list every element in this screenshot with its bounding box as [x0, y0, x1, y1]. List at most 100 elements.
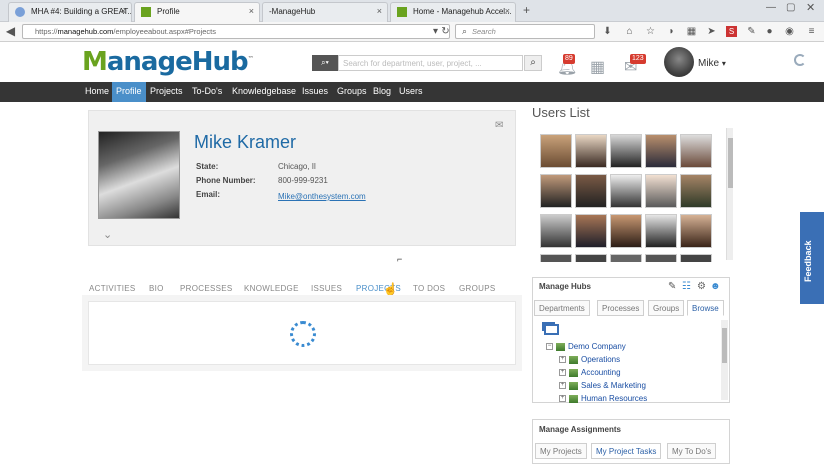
addon-circle-icon[interactable]: ◉ [784, 26, 795, 37]
menu-item-profile[interactable]: Profile [112, 82, 146, 102]
user-thumbnail[interactable] [680, 134, 712, 168]
user-thumbnail[interactable] [645, 254, 677, 262]
tree-node-hr[interactable]: + Human Resources [559, 394, 647, 403]
hierarchy-icon[interactable]: ☷ [682, 281, 691, 292]
tab-processes[interactable]: PROCESSES [180, 284, 233, 293]
edit-icon[interactable]: ✎ [668, 281, 676, 292]
expand-icon[interactable]: + [559, 395, 566, 403]
users-list-scrollbar[interactable] [726, 128, 733, 260]
menu-item-blog[interactable]: Blog [373, 86, 391, 96]
bookmark-icon[interactable]: ▦ [686, 26, 697, 37]
avatar[interactable] [664, 47, 694, 77]
user-thumbnail[interactable] [540, 134, 572, 168]
close-tab-icon[interactable]: × [505, 6, 510, 16]
user-thumbnail[interactable] [540, 254, 572, 262]
browser-search-input[interactable]: Search [455, 24, 595, 39]
user-thumbnail[interactable] [575, 174, 607, 208]
browser-tab-managehub[interactable]: -ManageHub × [262, 2, 388, 22]
maximize-icon[interactable]: ▢ [786, 2, 795, 13]
user-thumbnail[interactable] [540, 174, 572, 208]
tree-node-root[interactable]: − Demo Company [546, 342, 626, 351]
menu-icon[interactable]: ≡ [806, 26, 817, 37]
tree-node-operations[interactable]: + Operations [559, 355, 620, 364]
download-icon[interactable]: ⬇ [602, 26, 613, 37]
close-tab-icon[interactable]: × [249, 6, 254, 16]
menu-item-issues[interactable]: Issues [302, 86, 328, 96]
menu-item-knowledgebase[interactable]: Knowledgebase [232, 86, 296, 96]
menu-item-home[interactable]: Home [85, 86, 109, 96]
email-link[interactable]: Mike@onthesystem.com [278, 192, 366, 201]
pocket-icon[interactable]: ◗ [666, 26, 677, 37]
user-thumbnail[interactable] [645, 214, 677, 248]
browser-tab-home[interactable]: Home - Managehub Accel... × [390, 2, 516, 22]
user-thumbnail[interactable] [575, 214, 607, 248]
send-icon[interactable]: ➤ [706, 26, 717, 37]
user-icon[interactable]: ☻ [710, 281, 721, 292]
tab-activities[interactable]: ACTIVITIES [89, 284, 136, 293]
close-tab-icon[interactable]: × [377, 6, 382, 16]
scrollbar-thumb[interactable] [722, 328, 727, 363]
menu-item-todos[interactable]: To-Do's [192, 86, 222, 96]
site-search-input[interactable]: Search for department, user, project, ..… [338, 55, 523, 71]
back-icon[interactable]: ◀ [5, 25, 16, 37]
menu-item-projects[interactable]: Projects [150, 86, 183, 96]
managehub-logo[interactable]: ManageHub™ [82, 47, 254, 77]
chevron-down-icon[interactable]: ⌄ [103, 228, 112, 241]
menu-item-users[interactable]: Users [399, 86, 423, 96]
tab-todos[interactable]: TO DOS [413, 284, 445, 293]
expand-icon[interactable]: + [559, 369, 566, 377]
chat-icon[interactable]: ● [764, 26, 775, 37]
new-tab-button[interactable]: + [523, 3, 530, 17]
user-thumbnail[interactable] [575, 134, 607, 168]
tree-node-sales[interactable]: + Sales & Marketing [559, 381, 646, 390]
user-thumbnail[interactable] [540, 214, 572, 248]
tab-issues[interactable]: ISSUES [311, 284, 342, 293]
expand-icon[interactable]: + [559, 356, 566, 364]
collapse-icon[interactable]: − [546, 343, 553, 351]
user-thumbnail[interactable] [645, 174, 677, 208]
minimize-icon[interactable]: — [766, 2, 776, 13]
hubs-scrollbar[interactable] [721, 320, 728, 400]
star-icon[interactable]: ☆ [645, 26, 656, 37]
tab-groups-hub[interactable]: Groups [648, 300, 685, 316]
windows-icon[interactable] [544, 324, 559, 335]
url-bar[interactable]: https://managehub.com/employeeabout.aspx… [22, 24, 450, 39]
search-scope-dropdown[interactable]: ⌕▾ [312, 55, 338, 71]
user-thumbnail[interactable] [610, 134, 642, 168]
calendar-icon[interactable]: ▦ [590, 57, 605, 77]
tab-my-todos[interactable]: My To Do's [667, 443, 717, 459]
user-thumbnail[interactable] [610, 174, 642, 208]
tab-processes-hub[interactable]: Processes [597, 300, 645, 316]
tab-browse[interactable]: Browse [687, 300, 724, 316]
mail-icon[interactable]: ✉ [495, 120, 503, 131]
tab-bio[interactable]: BIO [149, 284, 164, 293]
user-thumbnail[interactable] [645, 134, 677, 168]
user-thumbnail[interactable] [680, 214, 712, 248]
user-thumbnail[interactable] [680, 174, 712, 208]
tab-groups[interactable]: GROUPS [459, 284, 495, 293]
user-thumbnail[interactable] [610, 254, 642, 262]
browser-tab-mha[interactable]: MHA #4: Building a GREAT... × [8, 2, 132, 22]
reload-icon[interactable]: ↻ [440, 26, 451, 37]
close-window-icon[interactable]: ✕ [806, 1, 815, 14]
expand-icon[interactable]: + [559, 382, 566, 390]
addon-s-icon[interactable]: S [726, 26, 737, 37]
pen-icon[interactable]: ✎ [746, 26, 757, 37]
site-search-button[interactable]: ⌕ [524, 55, 542, 71]
user-thumbnail[interactable] [610, 214, 642, 248]
close-tab-icon[interactable]: × [121, 6, 126, 16]
tab-my-projects[interactable]: My Projects [535, 443, 587, 459]
user-menu[interactable]: Mike ▾ [698, 58, 726, 69]
feedback-button[interactable]: Feedback [800, 212, 824, 304]
tab-departments[interactable]: Departments [534, 300, 590, 316]
gear-icon[interactable]: ⚙ [697, 281, 706, 292]
menu-item-groups[interactable]: Groups [337, 86, 367, 96]
browser-tab-profile[interactable]: Profile × [134, 2, 260, 23]
tree-node-accounting[interactable]: + Accounting [559, 368, 621, 377]
tab-knowledge[interactable]: KNOWLEDGE [244, 284, 299, 293]
scrollbar-thumb[interactable] [728, 138, 733, 188]
home-icon[interactable]: ⌂ [624, 26, 635, 37]
user-thumbnail[interactable] [575, 254, 607, 262]
tab-my-project-tasks[interactable]: My Project Tasks [591, 443, 662, 459]
user-thumbnail[interactable] [680, 254, 712, 262]
